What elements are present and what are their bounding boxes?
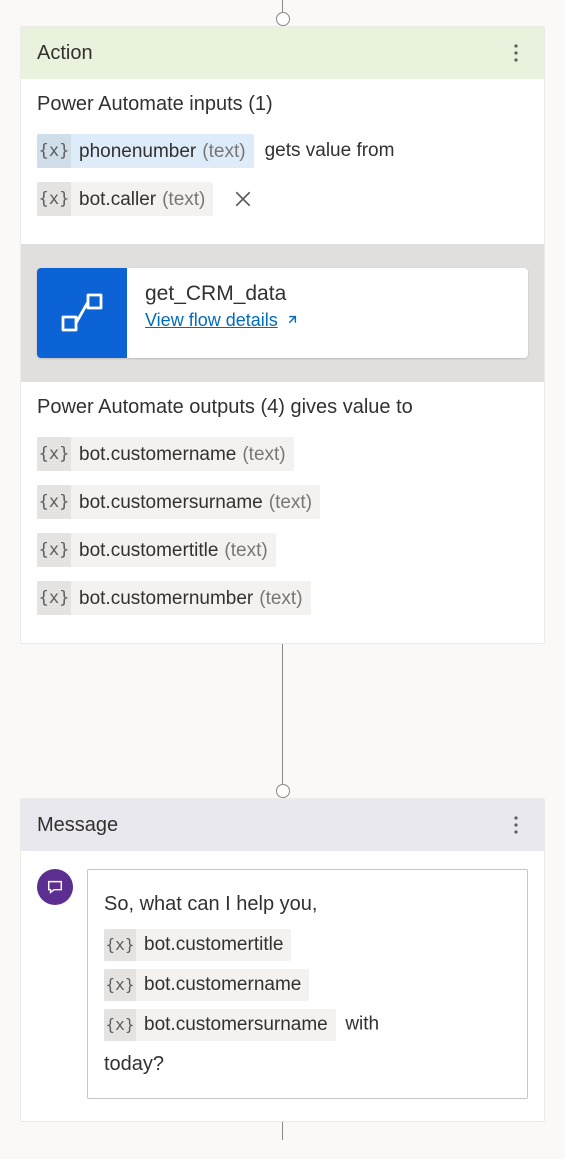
action-header[interactable]: Action [21,27,544,79]
token-type: (text) [162,190,205,209]
more-icon[interactable] [504,37,528,69]
token-type: (text) [269,493,312,512]
output-token-customertitle[interactable]: {x} bot.customertitle (text) [37,533,276,567]
token-name: bot.caller [79,186,156,213]
message-with-text: with [345,1014,379,1035]
token-type: (text) [224,541,267,560]
gets-value-from-text: gets value from [265,140,395,161]
source-token-bot-caller[interactable]: {x} bot.caller (text) [37,182,213,216]
token-type: (text) [259,589,302,608]
mid-connector [20,644,545,798]
variable-icon: {x} [37,134,71,168]
message-text-after: today? [104,1053,164,1075]
flow-icon [37,268,127,358]
token-name: bot.customernumber [79,585,253,612]
bottom-connector [20,1122,545,1140]
message-text-before: So, what can I help you, [104,893,317,915]
flow-link-label: View flow details [145,310,278,331]
output-token-customername[interactable]: {x} bot.customername (text) [37,437,294,471]
inputs-label: Power Automate inputs (1) [37,93,528,116]
output-token-customersurname[interactable]: {x} bot.customersurname (text) [37,485,320,519]
variable-icon: {x} [37,533,71,567]
close-icon[interactable] [234,190,252,208]
more-icon[interactable] [504,809,528,841]
token-name: phonenumber [79,138,196,165]
token-type: (text) [242,445,285,464]
action-title: Action [37,42,93,65]
input-token-phonenumber[interactable]: {x} phonenumber (text) [37,134,254,168]
msg-token-customername[interactable]: {x} bot.customername [104,969,309,1001]
token-name: bot.customersurname [144,1011,328,1038]
msg-token-customertitle[interactable]: {x} bot.customertitle [104,929,291,961]
token-name: bot.customername [79,441,236,468]
outputs-label: Power Automate outputs (4) gives value t… [37,396,528,419]
flow-area: get_CRM_data View flow details [21,244,544,382]
variable-icon: {x} [37,437,71,471]
message-editor[interactable]: So, what can I help you, {x} bot.custome… [87,869,528,1099]
message-icon [37,869,73,905]
message-card: Message So, what can I help you, {x} bot… [20,798,545,1122]
outputs-section: Power Automate outputs (4) gives value t… [21,382,544,643]
flow-name: get_CRM_data [145,282,298,306]
action-card: Action Power Automate inputs (1) {x} pho… [20,26,545,644]
message-title: Message [37,814,118,837]
variable-icon: {x} [37,182,71,216]
variable-icon: {x} [104,969,136,1001]
token-name: bot.customertitle [79,537,218,564]
variable-icon: {x} [37,581,71,615]
variable-icon: {x} [37,485,71,519]
message-header[interactable]: Message [21,799,544,851]
token-type: (text) [202,142,245,161]
token-name: bot.customertitle [144,931,283,958]
top-connector [20,0,545,26]
flow-card[interactable]: get_CRM_data View flow details [37,268,528,358]
token-name: bot.customersurname [79,489,263,516]
token-name: bot.customername [144,971,301,998]
msg-token-customersurname[interactable]: {x} bot.customersurname [104,1009,336,1041]
view-flow-details-link[interactable]: View flow details [145,310,298,331]
variable-icon: {x} [104,929,136,961]
inputs-section: Power Automate inputs (1) {x} phonenumbe… [21,79,544,244]
output-token-customernumber[interactable]: {x} bot.customernumber (text) [37,581,311,615]
variable-icon: {x} [104,1009,136,1041]
